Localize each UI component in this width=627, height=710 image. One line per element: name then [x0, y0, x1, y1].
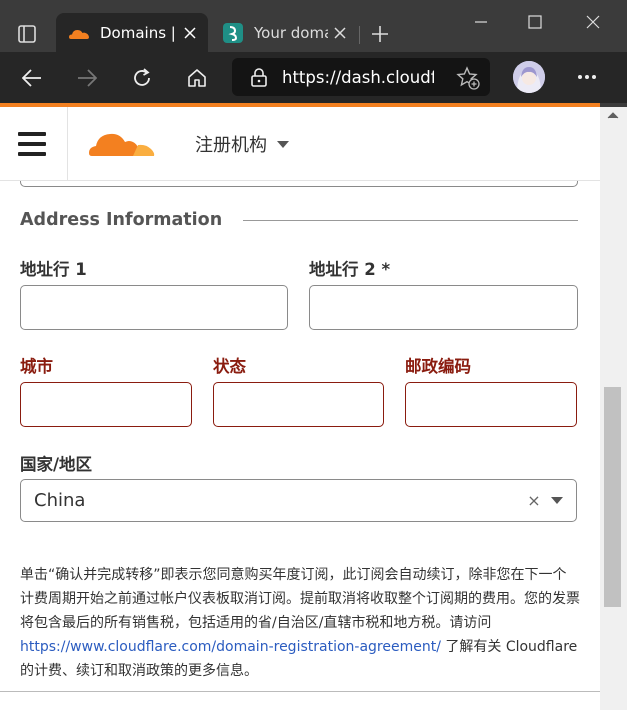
registrar-label: 注册机构 — [195, 135, 267, 156]
tab-title: Your doma — [254, 23, 328, 42]
scroll-up-icon[interactable] — [606, 110, 620, 120]
caret-down-icon[interactable] — [551, 497, 563, 504]
plus-icon — [372, 26, 388, 42]
country-value: China — [34, 490, 86, 511]
section-divider — [243, 220, 578, 221]
address1-label: 地址行 1 — [20, 260, 87, 279]
url-text: https://dash.cloudflare.com/ — [282, 67, 434, 87]
forward-button[interactable] — [69, 60, 105, 96]
city-input[interactable] — [20, 382, 192, 427]
close-icon[interactable] — [328, 21, 352, 45]
minimize-icon — [475, 21, 487, 23]
legal-text-1: 单击“确认并完成转移”即表示您同意购买年度订阅，此订阅会自动续订，除非您在下一个… — [20, 567, 580, 631]
tab-your-domain[interactable]: Your doma — [210, 13, 358, 52]
address1-input[interactable] — [20, 285, 288, 330]
new-tab-button[interactable] — [366, 20, 394, 48]
cloudflare-icon — [68, 22, 90, 44]
country-label: 国家/地区 — [20, 455, 93, 474]
city-label: 城市 — [20, 357, 53, 376]
add-favorite-icon[interactable] — [456, 66, 480, 90]
bottom-divider — [0, 691, 600, 692]
tab-title: Domains | — [100, 23, 176, 42]
lock-icon — [248, 66, 270, 88]
tab-separator — [359, 26, 360, 44]
close-window-button[interactable] — [566, 0, 620, 44]
clear-icon[interactable]: × — [525, 491, 543, 510]
caret-down-icon — [277, 140, 289, 148]
section-title: Address Information — [20, 210, 223, 230]
profile-avatar[interactable] — [513, 61, 545, 93]
registration-agreement-link[interactable]: https://www.cloudflare.com/domain-regist… — [20, 639, 441, 655]
zip-label: 邮政编码 — [405, 357, 471, 376]
more-icon — [578, 75, 596, 79]
maximize-icon — [528, 15, 542, 29]
arrow-left-icon — [22, 69, 41, 87]
cloudflare-logo[interactable] — [88, 125, 156, 161]
maximize-button[interactable] — [508, 0, 562, 44]
state-label: 状态 — [213, 357, 246, 376]
country-select[interactable]: China × — [20, 479, 577, 522]
close-icon — [586, 15, 600, 29]
menu-icon[interactable] — [18, 132, 46, 156]
address-bar[interactable]: https://dash.cloudflare.com/ — [232, 58, 490, 96]
home-button[interactable] — [179, 60, 215, 96]
arrow-right-icon — [78, 69, 97, 87]
refresh-icon — [134, 68, 150, 86]
browser-tab-bar: Domains | Your doma — [0, 0, 627, 52]
refresh-button[interactable] — [124, 60, 160, 96]
tab-actions-icon — [18, 25, 36, 43]
domain-icon — [222, 22, 244, 44]
cloudflare-header: 注册机构 — [0, 107, 600, 181]
minimize-button[interactable] — [454, 0, 508, 44]
header-divider — [67, 107, 68, 181]
page-scrollbar[interactable] — [600, 107, 627, 710]
page-content: 注册机构 Address Information 地址行 1 地址行 2 * 城… — [0, 107, 600, 710]
tab-actions-button[interactable] — [8, 20, 46, 48]
settings-menu-button[interactable] — [570, 62, 604, 92]
legal-notice: 单击“确认并完成转移”即表示您同意购买年度订阅，此订阅会自动续订，除非您在下一个… — [20, 563, 580, 683]
scrollbar-thumb[interactable] — [604, 387, 621, 607]
address2-input[interactable] — [309, 285, 578, 330]
address2-label: 地址行 2 * — [309, 260, 391, 279]
back-button[interactable] — [14, 60, 50, 96]
close-icon[interactable] — [178, 21, 202, 45]
state-input[interactable] — [213, 382, 384, 427]
registrar-dropdown[interactable]: 注册机构 — [195, 131, 289, 157]
zip-input[interactable] — [405, 382, 577, 427]
home-icon — [188, 69, 206, 87]
tab-domains[interactable]: Domains | — [56, 13, 208, 52]
